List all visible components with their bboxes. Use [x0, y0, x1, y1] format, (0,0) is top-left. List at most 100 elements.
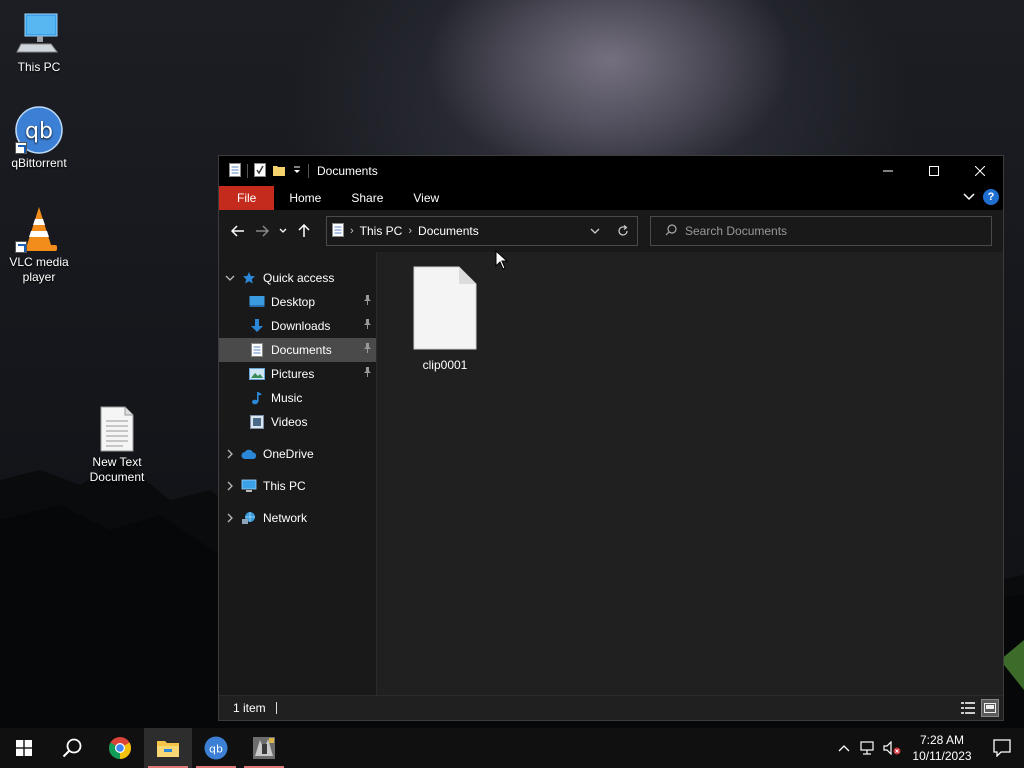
nav-label: Network: [263, 511, 308, 525]
taskbar-qbittorrent[interactable]: qb: [192, 728, 240, 768]
network-status-button[interactable]: [856, 728, 880, 768]
search-input[interactable]: [685, 224, 975, 238]
desktop-folder-icon: [249, 294, 265, 310]
taskbar-chrome[interactable]: [96, 728, 144, 768]
search-icon: [62, 738, 82, 758]
chevron-down-icon[interactable]: [219, 275, 241, 281]
tab-file[interactable]: File: [219, 186, 275, 210]
nav-label: Desktop: [271, 295, 316, 309]
breadcrumb-this-pc[interactable]: This PC: [360, 224, 403, 238]
desktop-icon-new-text-document[interactable]: New Text Document: [79, 405, 155, 485]
address-bar[interactable]: › This PC › Documents: [326, 216, 638, 246]
music-note-icon: [249, 390, 265, 406]
nav-label: Music: [271, 391, 303, 405]
tab-share[interactable]: Share: [336, 186, 398, 210]
tab-view[interactable]: View: [398, 186, 454, 210]
details-view-button[interactable]: [959, 699, 977, 717]
network-icon: [860, 741, 874, 755]
chevron-up-icon: [838, 745, 850, 752]
status-divider: [275, 702, 277, 714]
nav-item-music[interactable]: Music: [219, 386, 376, 410]
file-explorer-icon: [157, 741, 179, 757]
help-icon[interactable]: ?: [983, 189, 999, 205]
file-list-pane[interactable]: clip0001: [377, 250, 1003, 695]
nav-item-pictures[interactable]: Pictures: [219, 362, 376, 386]
clock-time: 7:28 AM: [919, 733, 965, 747]
taskbar-app[interactable]: [240, 728, 288, 768]
chevron-down-icon: [590, 228, 600, 234]
chrome-icon: [109, 737, 131, 759]
customize-toolbar-dropdown-icon[interactable]: [292, 164, 302, 178]
show-hidden-icons-button[interactable]: [832, 728, 856, 768]
divider: [308, 164, 309, 178]
nav-label: OneDrive: [263, 447, 314, 461]
recent-locations-button[interactable]: [274, 216, 292, 246]
vlc-icon: [15, 205, 63, 253]
back-button[interactable]: [226, 216, 250, 246]
large-icons-view-icon: [984, 703, 996, 713]
document-icon: [229, 162, 241, 180]
windows-logo-icon: [16, 740, 32, 756]
pin-icon[interactable]: [363, 295, 372, 308]
file-item[interactable]: clip0001: [405, 266, 485, 372]
nav-label: Videos: [271, 415, 308, 429]
desktop-icon-label: This PC: [17, 60, 61, 74]
nav-item-downloads[interactable]: Downloads: [219, 314, 376, 338]
volume-button[interactable]: [880, 728, 904, 768]
search-button[interactable]: [48, 728, 96, 768]
network-icon: [241, 510, 257, 526]
pin-icon[interactable]: [363, 343, 372, 356]
onedrive-cloud-icon: [241, 446, 257, 462]
large-icons-view-button[interactable]: [981, 699, 999, 717]
nav-label: Downloads: [271, 319, 331, 333]
shortcut-arrow-icon: [15, 142, 27, 154]
up-arrow-icon: [298, 224, 310, 237]
new-folder-icon[interactable]: [272, 163, 286, 180]
expand-ribbon-icon[interactable]: [963, 190, 975, 204]
desktop-icon-vlc[interactable]: VLC media player: [1, 205, 77, 285]
chevron-right-icon[interactable]: [219, 513, 241, 523]
notifications-button[interactable]: [980, 728, 1024, 768]
tab-home[interactable]: Home: [274, 186, 336, 210]
pin-icon[interactable]: [363, 367, 372, 380]
maximize-button[interactable]: [911, 156, 957, 186]
chevron-right-icon[interactable]: [219, 481, 241, 491]
properties-icon[interactable]: [254, 162, 266, 180]
nav-item-documents[interactable]: Documents: [219, 338, 376, 362]
nav-quick-access[interactable]: Quick access: [219, 266, 376, 290]
address-dropdown-button[interactable]: [581, 228, 609, 234]
clock[interactable]: 7:28 AM 10/11/2023: [904, 732, 980, 764]
desktop-icon-label: VLC media player: [9, 255, 69, 284]
nav-onedrive[interactable]: OneDrive: [219, 442, 376, 466]
nav-label: This PC: [263, 479, 306, 493]
start-button[interactable]: [0, 728, 48, 768]
desktop-icon-label: New Text Document: [89, 455, 145, 484]
pictures-icon: [249, 366, 265, 382]
desktop-icon-this-pc[interactable]: This PC: [1, 10, 77, 75]
nav-this-pc[interactable]: This PC: [219, 474, 376, 498]
nav-item-desktop[interactable]: Desktop: [219, 290, 376, 314]
up-button[interactable]: [292, 216, 316, 246]
nav-item-videos[interactable]: Videos: [219, 410, 376, 434]
window-title: Documents: [317, 164, 378, 178]
action-center-icon: [993, 739, 1011, 757]
search-box[interactable]: [650, 216, 992, 246]
file-name: clip0001: [422, 358, 468, 372]
breadcrumb-chevron-icon[interactable]: ›: [408, 225, 412, 237]
nav-label: Quick access: [263, 271, 335, 285]
forward-button[interactable]: [250, 216, 274, 246]
breadcrumb-documents[interactable]: Documents: [418, 224, 479, 238]
close-button[interactable]: [957, 156, 1003, 186]
nav-network[interactable]: Network: [219, 506, 376, 530]
chevron-right-icon[interactable]: [219, 449, 241, 459]
chevron-down-icon: [279, 228, 287, 233]
taskbar-file-explorer[interactable]: [144, 728, 192, 768]
pin-icon[interactable]: [363, 319, 372, 332]
minimize-button[interactable]: [865, 156, 911, 186]
breadcrumb-chevron-icon[interactable]: ›: [350, 225, 354, 237]
taskbar: qb 7:28 AM 10/11/2023: [0, 728, 1024, 768]
desktop-icon-qbittorrent[interactable]: qb qBittorrent: [1, 106, 77, 171]
details-view-icon: [961, 702, 975, 714]
title-bar[interactable]: Documents: [219, 156, 1003, 186]
refresh-button[interactable]: [609, 225, 637, 237]
